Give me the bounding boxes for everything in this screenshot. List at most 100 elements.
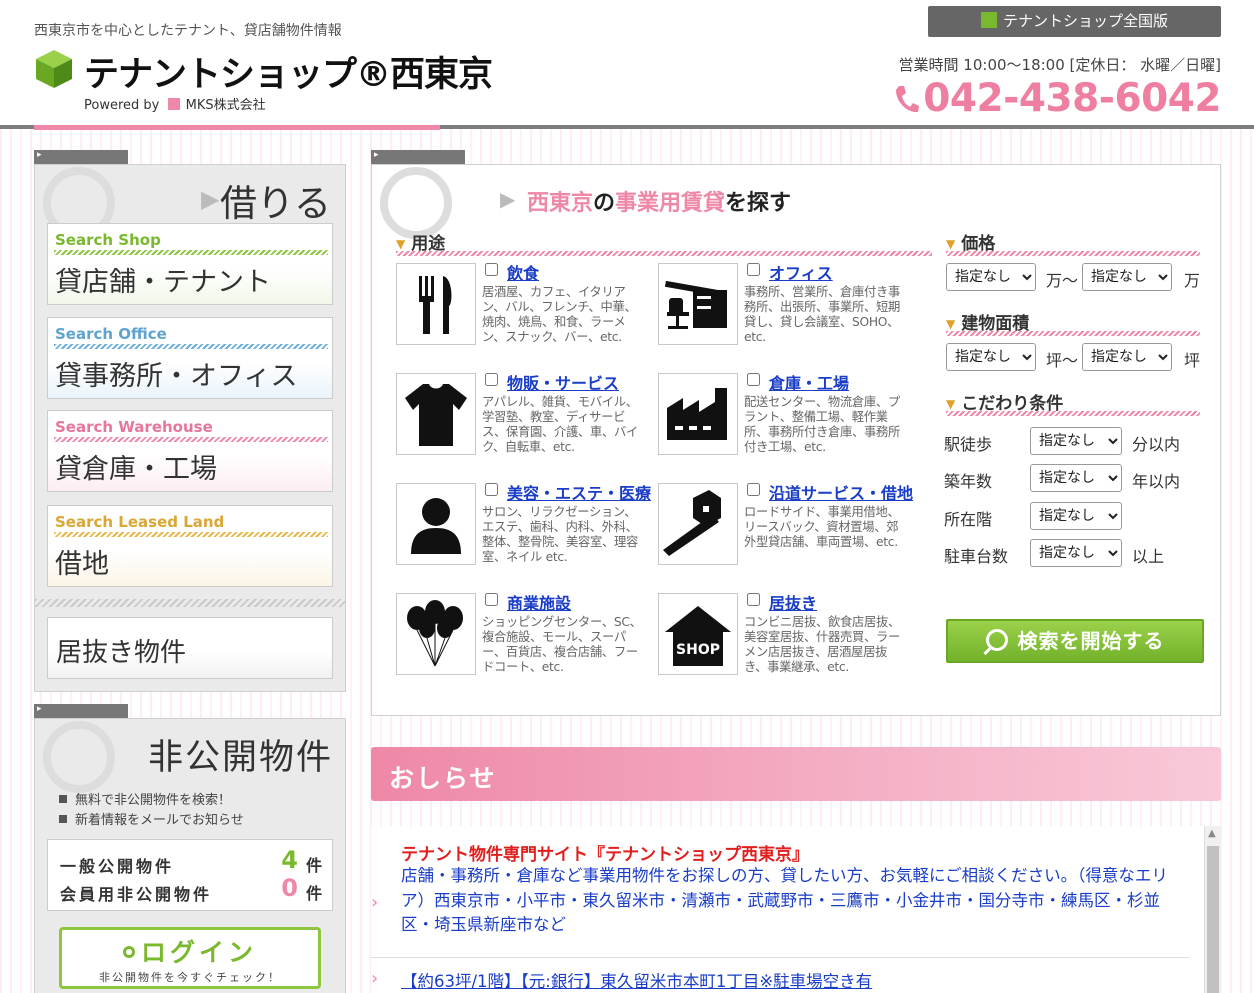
member-count-row: 会員用非公開物件 0 件 — [60, 874, 322, 904]
category-office-checkbox[interactable] — [747, 263, 760, 276]
walk-unit: 分以内 — [1132, 435, 1181, 454]
login-button[interactable]: ログイン 非公開物件を今すぐチェック！ — [59, 927, 321, 989]
card-stripe — [54, 344, 328, 349]
magnifier-watermark-icon — [43, 721, 115, 793]
category-retail-desc: アパレル、雑貨、モバイル、学習塾、教室、ディサービス、保育園、介護、車、バイク、… — [482, 395, 638, 454]
login-main: ログイン — [62, 933, 318, 969]
news-item[interactable]: › 【約63坪/1階】【元:銀行】東久留米市本町1丁目※駐車場空き有 — [371, 966, 1189, 993]
public-count-label: 一般公開物件 — [60, 857, 175, 876]
logo-cube-icon[interactable] — [34, 48, 74, 90]
news-item: › テナント物件専門サイト『テナントショップ西東京』 店舗・事務所・倉庫など事業… — [371, 840, 1189, 958]
category-inuki-checkbox[interactable] — [747, 593, 760, 606]
category-commercial-link[interactable]: 商業施設 — [507, 590, 571, 614]
category-food: 飲食 居酒屋、カフェ、イタリアン、バル、フレンチ、中華、焼肉、焼鳥、和食、ラーメ… — [396, 263, 646, 347]
category-inuki-desc: コンビニ居抜、飲食店居抜、美容室居抜、什器売買、ラーメン店居抜き、居酒屋居抜き、… — [744, 615, 900, 674]
property-count-box: 一般公開物件 4 件 会員用非公開物件 0 件 — [47, 839, 333, 911]
header-divider-accent — [34, 125, 440, 130]
powered-prefix: Powered by — [84, 98, 160, 113]
private-title: 非公開物件 — [147, 738, 333, 778]
search-icon — [985, 629, 1008, 651]
tshirt-icon[interactable] — [396, 373, 476, 455]
card-stripe — [54, 532, 328, 537]
national-site-label: テナントショップ全国版 — [1002, 12, 1168, 30]
square-bullet-icon — [59, 795, 67, 803]
area-from-unit: 坪～ — [1046, 351, 1079, 370]
chevron-right-icon: › — [371, 968, 379, 989]
rent-panel: ▶ 借りる Search Shop 貸店舗・テナント Search Office… — [34, 164, 346, 692]
price-max-select[interactable]: 指定なし — [1082, 263, 1172, 291]
category-office-link[interactable]: オフィス — [769, 260, 833, 284]
area-min-select[interactable]: 指定なし — [946, 343, 1036, 371]
site-logo[interactable]: テナントショップ®西東京 — [84, 46, 493, 97]
fork-knife-icon[interactable] — [396, 263, 476, 345]
count-unit: 件 — [305, 856, 322, 875]
panel-divider — [35, 599, 345, 607]
category-retail-link[interactable]: 物販・サービス — [507, 370, 619, 394]
search-land-card[interactable]: Search Leased Land 借地 — [47, 505, 333, 587]
triangle-down-icon: ▼ — [946, 237, 956, 251]
scroll-up-icon[interactable]: ▲ — [1208, 828, 1216, 839]
factory-icon[interactable] — [658, 373, 738, 455]
category-retail-checkbox[interactable] — [485, 373, 498, 386]
mks-logo-icon — [167, 98, 180, 110]
age-label: 築年数 — [944, 472, 993, 491]
category-beauty-checkbox[interactable] — [485, 483, 498, 496]
member-count-label: 会員用非公開物件 — [60, 885, 213, 904]
card-en-label: Search Office — [55, 325, 167, 343]
search-panel-tab — [371, 150, 465, 164]
category-roadside: 沿道サービス・借地 ロードサイド、事業用借地、リースバック、資材置場、郊外型貸店… — [658, 483, 913, 567]
category-roadside-checkbox[interactable] — [747, 483, 760, 496]
price-min-select[interactable]: 指定なし — [946, 263, 1036, 291]
person-icon[interactable] — [396, 483, 476, 565]
category-warehouse-link[interactable]: 倉庫・工場 — [769, 370, 849, 394]
floor-label: 所在階 — [944, 510, 993, 529]
news-scrollbar[interactable]: ▲ — [1204, 826, 1221, 993]
price-to-unit: 万 — [1184, 271, 1201, 290]
site-tagline: 西東京市を中心としたテナント、貸店舗物件情報 — [34, 23, 342, 39]
office-desk-icon[interactable] — [658, 263, 738, 345]
phone-number[interactable]: 042-438-6042 — [893, 76, 1221, 121]
public-count-row: 一般公開物件 4 件 — [60, 846, 322, 876]
category-beauty-link[interactable]: 美容・エステ・医療 — [507, 480, 651, 504]
card-stripe — [54, 437, 328, 442]
search-office-card[interactable]: Search Office 貸事務所・オフィス — [47, 317, 333, 399]
news-title: おしらせ — [389, 764, 497, 793]
national-site-button[interactable]: テナントショップ全国版 — [928, 6, 1221, 37]
search-warehouse-card[interactable]: Search Warehouse 貸倉庫・工場 — [47, 410, 333, 492]
count-unit: 件 — [305, 884, 322, 903]
walk-select[interactable]: 指定なし — [1030, 427, 1122, 455]
business-hours: 営業時間 10:00～18:00 [定休日： 水曜／日曜] — [898, 56, 1221, 74]
chevron-right-icon: ▶ — [500, 187, 516, 211]
price-from-unit: 万～ — [1046, 271, 1079, 290]
parking-select[interactable]: 指定なし — [1030, 539, 1122, 567]
circle-icon — [122, 946, 135, 958]
card-en-label: Search Shop — [55, 231, 161, 249]
search-shop-card[interactable]: Search Shop 貸店舗・テナント — [47, 223, 333, 305]
balloons-icon[interactable] — [396, 593, 476, 675]
category-commercial-checkbox[interactable] — [485, 593, 498, 606]
start-search-button[interactable]: 検索を開始する — [946, 619, 1204, 663]
cube-icon — [980, 12, 997, 28]
category-roadside-link[interactable]: 沿道サービス・借地 — [769, 480, 913, 504]
news-item-link[interactable]: 【約63坪/1階】【元:銀行】東久留米市本町1丁目※駐車場空き有 — [401, 968, 872, 992]
category-warehouse-checkbox[interactable] — [747, 373, 760, 386]
category-inuki-link[interactable]: 居抜き — [769, 590, 817, 614]
private-panel: 非公開物件 無料で非公開物件を検索！ 新着情報をメールでお知らせ 一般公開物件 … — [34, 718, 346, 993]
area-max-select[interactable]: 指定なし — [1082, 343, 1172, 371]
roadside-building-icon[interactable] — [658, 483, 738, 565]
category-food-checkbox[interactable] — [485, 263, 498, 276]
search-panel: ▶ 西東京の事業用賃貸を探す ▼ 用途 飲食 居酒屋、カフェ、イタリアン、バル、フ… — [371, 164, 1221, 716]
shop-house-icon[interactable]: SHOP — [658, 593, 738, 675]
news-item-heading: テナント物件専門サイト『テナントショップ西東京』 — [401, 845, 809, 865]
scrollbar-thumb[interactable] — [1207, 846, 1219, 993]
category-inuki: SHOP 居抜き コンビニ居抜、飲食店居抜、美容室居抜、什器売買、ラーメン店居抜… — [658, 593, 908, 677]
age-select[interactable]: 指定なし — [1030, 464, 1122, 492]
inuki-label: 居抜き物件 — [56, 638, 187, 668]
card-jp-label: 貸事務所・オフィス — [55, 361, 298, 392]
card-jp-label: 貸店舗・テナント — [55, 267, 271, 298]
member-count: 0 — [281, 874, 298, 902]
floor-select[interactable]: 指定なし — [1030, 502, 1122, 530]
inuki-properties-card[interactable]: 居抜き物件 — [47, 617, 333, 679]
category-food-link[interactable]: 飲食 — [507, 260, 539, 284]
parking-unit: 以上 — [1132, 547, 1165, 566]
